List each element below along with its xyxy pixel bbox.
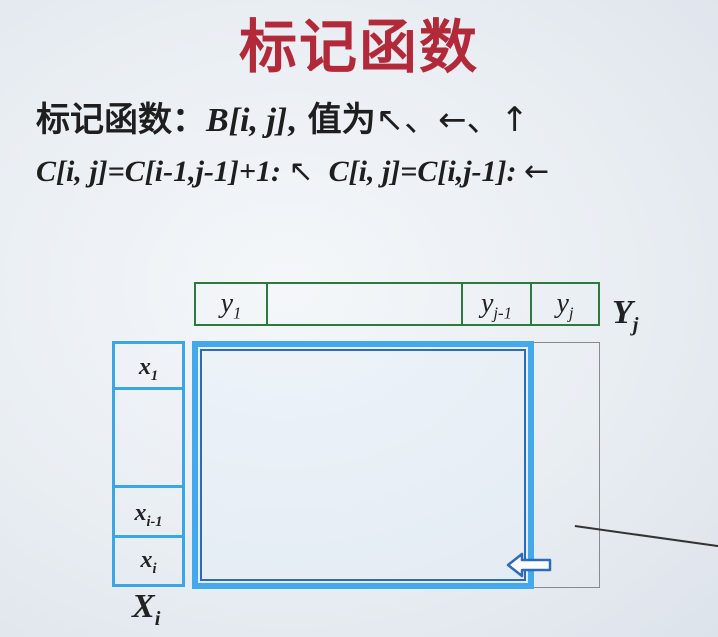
- rule-line: C[i, j]=C[i-1,j-1]+1: ↖ C[i, j]=C[i,j-1]…: [36, 154, 549, 189]
- x-cell-i-minus-1: xi-1: [115, 488, 182, 538]
- rule-left: C[i, j]=C[i,j-1]:: [328, 155, 517, 188]
- matrix-subproblem-frame: [192, 341, 534, 589]
- y-cell-gap: [268, 284, 463, 324]
- diagonal-arrow-icon: ↖: [288, 154, 314, 189]
- function-args: [i, j]: [228, 102, 288, 139]
- x-cell-gap: [115, 390, 182, 488]
- value-label: 值为: [295, 100, 376, 140]
- definition-comma: ,: [287, 102, 296, 139]
- x-cell-1: x1: [115, 344, 182, 390]
- x-sequence-column: x1 xi-1 xi: [112, 341, 185, 587]
- y-axis-label: Yj: [612, 294, 639, 336]
- y-cell-j-minus-1: yj-1: [463, 284, 532, 324]
- y-cell-j: yj: [556, 288, 574, 323]
- left-arrow-icon: ←: [524, 154, 550, 189]
- hollow-left-arrow-icon: [506, 552, 552, 578]
- definition-prefix: 标记函数：: [36, 100, 206, 140]
- arrow-values: ↖、←、↑: [375, 100, 530, 140]
- slide-title: 标记函数: [238, 13, 479, 81]
- y-sequence-row: y1 yj-1 yj: [194, 282, 600, 326]
- definition-line: 标记函数：B[i, j], 值为↖、←、↑: [36, 92, 529, 141]
- y-cell-1: y1: [196, 284, 268, 324]
- x-cell-i: xi: [140, 547, 157, 577]
- x-axis-label: Xi: [132, 588, 161, 630]
- rule-diagonal: C[i, j]=C[i-1,j-1]+1:: [36, 155, 281, 188]
- function-name: B: [206, 102, 229, 139]
